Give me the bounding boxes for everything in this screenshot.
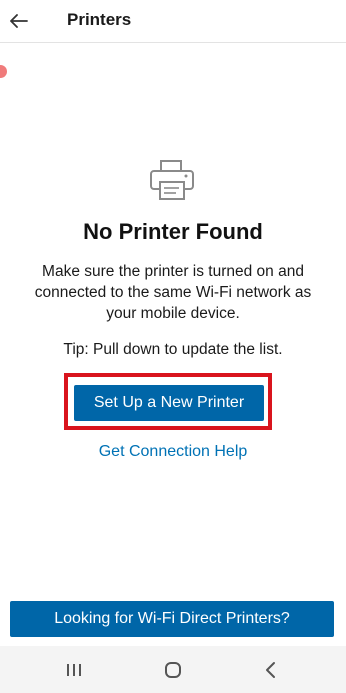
message-line: your mobile device. [106,305,240,322]
setup-printer-button[interactable]: Set Up a New Printer [74,385,264,421]
floating-indicator [0,65,7,78]
message-line: Make sure the printer is turned on and [42,263,304,280]
empty-state-heading: No Printer Found [83,219,263,244]
recent-apps-button[interactable] [62,658,86,682]
back-button[interactable] [4,6,34,36]
app-bar: Printers [0,0,346,43]
system-nav-bar [0,646,346,693]
recent-apps-icon [67,664,81,676]
nav-back-button[interactable] [259,658,283,682]
empty-state-message: Make sure the printer is turned on and c… [10,261,336,324]
arrow-left-icon [10,14,28,28]
back-icon [266,662,275,678]
wifi-direct-button[interactable]: Looking for Wi-Fi Direct Printers? [10,601,334,637]
page-title: Printers [67,10,132,29]
home-icon [165,662,181,678]
home-button[interactable] [161,658,185,682]
printer-icon [147,158,197,202]
connection-help-link[interactable]: Get Connection Help [0,443,346,461]
tip-text: Tip: Pull down to update the list. [63,341,283,358]
message-line: connected to the same Wi-Fi network as [34,284,312,301]
